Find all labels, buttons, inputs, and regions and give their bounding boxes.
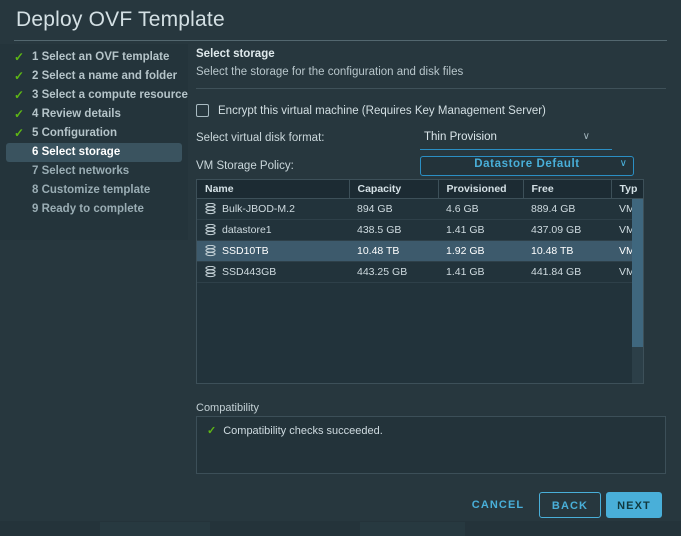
sidebar-step-6[interactable]: 6 Select storage: [6, 143, 182, 162]
sidebar-step-label: 9 Ready to complete: [32, 203, 144, 215]
sidebar-step-label: 8 Customize template: [32, 184, 151, 196]
deploy-ovf-wizard-dialog: Deploy OVF Template ✓ 1 Select an OVF tem…: [0, 0, 681, 521]
step-check-icon: ✓: [14, 107, 25, 121]
sidebar-step-label: 6 Select storage: [32, 146, 121, 158]
cancel-button[interactable]: CANCEL: [468, 492, 528, 518]
title-divider: [14, 40, 667, 41]
sidebar-step-label: 2 Select a name and folder: [32, 70, 178, 82]
encrypt-vm-label: Encrypt this virtual machine (Requires K…: [218, 104, 546, 117]
sidebar-step-4[interactable]: ✓ 4 Review details: [6, 105, 182, 124]
datastore-name: Bulk-JBOD-M.2: [222, 203, 295, 215]
table-header-typ[interactable]: Typ: [611, 180, 643, 199]
storage-policy-value: Datastore Default: [474, 158, 580, 170]
compatibility-message: Compatibility checks succeeded.: [223, 425, 383, 437]
datastore-capacity: 438.5 GB: [349, 219, 438, 241]
step-check-icon: ✓: [14, 126, 25, 140]
datastore-provisioned: 1.41 GB: [438, 219, 523, 241]
datastore-capacity: 443.25 GB: [349, 261, 438, 283]
datastore-name-cell: SSD443GB: [197, 261, 349, 283]
underlay-panel-left: [100, 522, 210, 536]
encrypt-vm-checkbox-row[interactable]: Encrypt this virtual machine (Requires K…: [196, 104, 546, 117]
datastore-free: 437.09 GB: [523, 219, 611, 241]
datastore-icon: [205, 203, 216, 215]
table-header-name[interactable]: Name: [197, 180, 350, 199]
compatibility-label: Compatibility: [196, 402, 259, 414]
datastore-provisioned: 1.92 GB: [438, 240, 523, 262]
main-content: Select storage Select the storage for th…: [196, 48, 666, 474]
datastore-name-cell: datastore1: [197, 219, 349, 241]
datastore-name: SSD10TB: [222, 245, 269, 257]
datastore-name-cell: SSD10TB: [197, 240, 349, 262]
encrypt-vm-checkbox[interactable]: [196, 104, 209, 117]
datastore-icon: [205, 245, 216, 257]
sidebar-step-8[interactable]: 8 Customize template: [6, 181, 182, 200]
compatibility-message-row: ✓ Compatibility checks succeeded.: [207, 424, 383, 437]
storage-policy-row: VM Storage Policy: Datastore Default ∨: [196, 156, 666, 178]
disk-format-label: Select virtual disk format:: [196, 132, 325, 144]
chevron-down-icon: ∨: [619, 158, 627, 169]
storage-policy-label: VM Storage Policy:: [196, 160, 294, 172]
datastore-free: 889.4 GB: [523, 198, 611, 220]
dialog-title-bar: Deploy OVF Template: [0, 0, 681, 42]
step-check-icon: ✓: [14, 69, 25, 83]
sidebar-step-7[interactable]: 7 Select networks: [6, 162, 182, 181]
section-title: Select storage: [196, 48, 275, 60]
table-header-free[interactable]: Free: [523, 180, 612, 199]
chevron-down-icon: ∨: [582, 131, 590, 142]
table-header-capacity[interactable]: Capacity: [349, 180, 439, 199]
datastore-capacity: 10.48 TB: [349, 240, 438, 262]
compatibility-box: ✓ Compatibility checks succeeded.: [196, 416, 666, 474]
sidebar-step-label: 1 Select an OVF template: [32, 51, 170, 63]
step-check-icon: ✓: [14, 50, 25, 64]
disk-format-row: Select virtual disk format: Thin Provisi…: [196, 129, 666, 151]
sidebar-step-label: 5 Configuration: [32, 127, 117, 139]
table-header-row: Name Capacity Provisioned Free Typ: [197, 180, 643, 199]
sidebar-step-2[interactable]: ✓ 2 Select a name and folder: [6, 67, 182, 86]
disk-format-select[interactable]: Thin Provision ∨: [420, 129, 612, 150]
table-row[interactable]: datastore1 438.5 GB 1.41 GB 437.09 GB VM: [197, 219, 643, 241]
sidebar-step-label: 4 Review details: [32, 108, 121, 120]
table-vertical-scrollbar[interactable]: [632, 199, 643, 383]
datastore-capacity: 894 GB: [349, 198, 438, 220]
datastore-table: Name Capacity Provisioned Free Typ Bulk-JBOD…: [197, 180, 643, 283]
step-check-icon: ✓: [14, 88, 25, 102]
dialog-footer: CANCEL BACK NEXT: [0, 492, 681, 522]
datastore-name: SSD443GB: [222, 266, 277, 278]
success-check-icon: ✓: [207, 425, 217, 437]
table-row[interactable]: SSD10TB 10.48 TB 1.92 GB 10.48 TB VM: [197, 240, 643, 262]
table-vertical-scrollbar-thumb[interactable]: [632, 199, 643, 347]
datastore-provisioned: 1.41 GB: [438, 261, 523, 283]
disk-format-value: Thin Provision: [424, 131, 497, 143]
datastore-free: 441.84 GB: [523, 261, 611, 283]
table-body: Bulk-JBOD-M.2 894 GB 4.6 GB 889.4 GB VM datas…: [197, 198, 643, 283]
datastore-name: datastore1: [222, 224, 272, 236]
sidebar-step-1[interactable]: ✓ 1 Select an OVF template: [6, 48, 182, 67]
table-row[interactable]: SSD443GB 443.25 GB 1.41 GB 441.84 GB VM: [197, 261, 643, 283]
wizard-step-sidebar: ✓ 1 Select an OVF template ✓ 2 Select a nam…: [0, 44, 188, 240]
next-button[interactable]: NEXT: [606, 492, 662, 518]
sidebar-step-label: 7 Select networks: [32, 165, 130, 177]
section-subtitle: Select the storage for the configuration…: [196, 66, 464, 78]
sidebar-step-3[interactable]: ✓ 3 Select a compute resource: [6, 86, 188, 105]
table-row[interactable]: Bulk-JBOD-M.2 894 GB 4.6 GB 889.4 GB VM: [197, 198, 643, 220]
datastore-icon: [205, 266, 216, 278]
sidebar-step-label: 3 Select a compute resource: [32, 89, 188, 101]
content-divider: [196, 88, 666, 89]
datastore-free: 10.48 TB: [523, 240, 611, 262]
datastore-icon: [205, 224, 216, 236]
datastore-name-cell: Bulk-JBOD-M.2: [197, 198, 349, 220]
table-header-provisioned[interactable]: Provisioned: [438, 180, 524, 199]
sidebar-step-5[interactable]: ✓ 5 Configuration: [6, 124, 182, 143]
storage-policy-select[interactable]: Datastore Default ∨: [420, 156, 634, 176]
datastore-provisioned: 4.6 GB: [438, 198, 523, 220]
page-title: Deploy OVF Template: [16, 8, 225, 31]
back-button[interactable]: BACK: [539, 492, 601, 518]
datastore-table-container[interactable]: Name Capacity Provisioned Free Typ Bulk-JBOD…: [196, 179, 644, 384]
sidebar-step-9[interactable]: 9 Ready to complete: [6, 200, 182, 219]
underlay-panel-right: [360, 522, 465, 536]
